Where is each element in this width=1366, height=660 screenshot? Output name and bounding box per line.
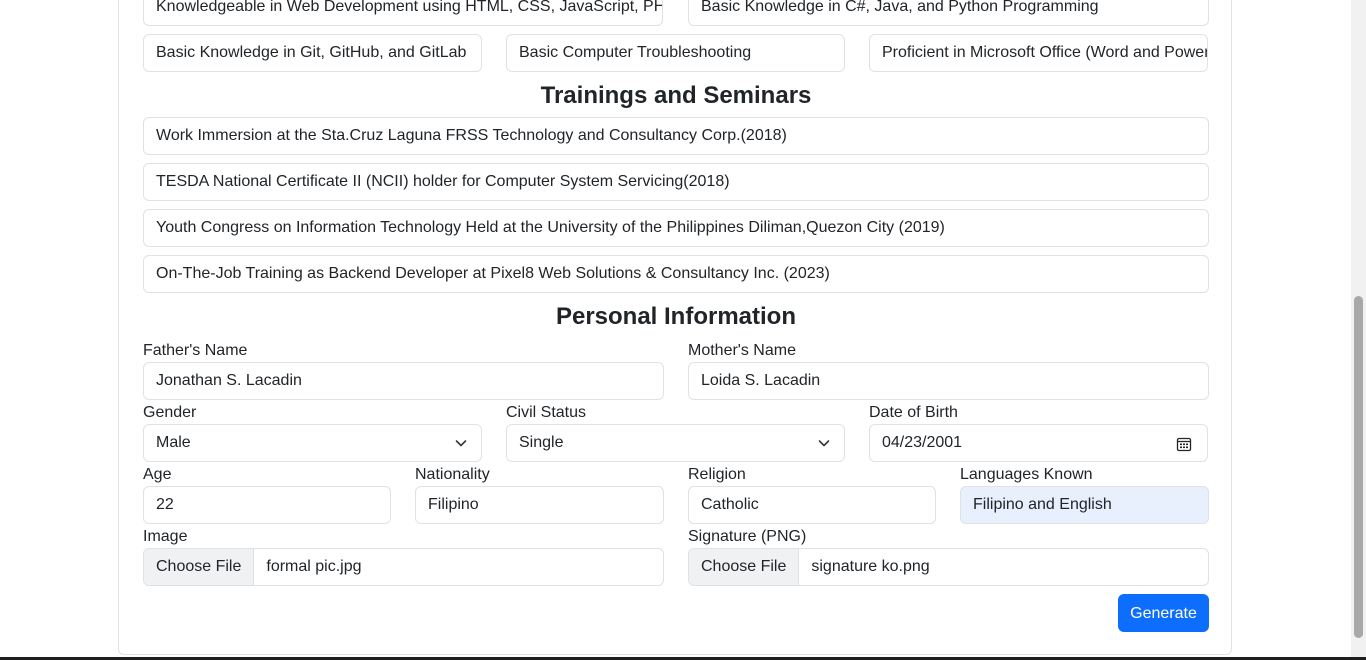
gender-value: Male xyxy=(156,434,191,451)
calendar-icon[interactable] xyxy=(1176,436,1192,452)
training-field[interactable]: TESDA National Certificate II (NCII) hol… xyxy=(143,163,1209,201)
image-label: Image xyxy=(143,528,188,545)
chevron-down-icon xyxy=(818,440,830,447)
nationality-input[interactable]: Filipino xyxy=(415,486,664,524)
training-field[interactable]: Youth Congress on Information Technology… xyxy=(143,209,1209,247)
signature-choose-file-button[interactable]: Choose File xyxy=(689,549,800,585)
image-file-name: formal pic.jpg xyxy=(266,558,362,575)
signature-label: Signature (PNG) xyxy=(688,528,807,545)
skill-field[interactable]: Basic Knowledge in C#, Java, and Python … xyxy=(688,0,1209,26)
religion-input[interactable]: Catholic xyxy=(688,486,936,524)
skill-field[interactable]: Proficient in Microsoft Office (Word and… xyxy=(869,34,1208,72)
dob-value: 04/23/2001 xyxy=(882,434,963,451)
skill-field[interactable]: Knowledgeable in Web Development using H… xyxy=(143,0,663,26)
languages-label: Languages Known xyxy=(960,466,1093,483)
generate-button[interactable]: Generate xyxy=(1118,594,1209,632)
image-file-input[interactable]: Choose File formal pic.jpg xyxy=(143,548,664,586)
scrollbar-track[interactable] xyxy=(1351,0,1366,660)
personal-info-title: Personal Information xyxy=(555,303,797,330)
mother-name-label: Mother's Name xyxy=(688,342,796,359)
civil-status-label: Civil Status xyxy=(506,404,587,421)
signature-file-name: signature ko.png xyxy=(811,558,930,575)
nationality-label: Nationality xyxy=(415,466,490,483)
religion-label: Religion xyxy=(688,466,746,483)
age-input[interactable]: 22 xyxy=(143,486,391,524)
gender-select[interactable]: Male xyxy=(143,424,482,462)
dob-input[interactable]: 04/23/2001 xyxy=(869,424,1208,462)
civil-status-value: Single xyxy=(519,434,564,451)
languages-input[interactable]: Filipino and English xyxy=(960,486,1209,524)
dob-label: Date of Birth xyxy=(869,404,958,421)
image-choose-file-button[interactable]: Choose File xyxy=(144,549,255,585)
skill-field[interactable]: Basic Knowledge in Git, GitHub, and GitL… xyxy=(143,34,482,72)
training-field[interactable]: On-The-Job Training as Backend Developer… xyxy=(143,255,1209,293)
mother-name-input[interactable]: Loida S. Lacadin xyxy=(688,362,1209,400)
skill-field[interactable]: Basic Computer Troubleshooting xyxy=(506,34,845,72)
civil-status-select[interactable]: Single xyxy=(506,424,845,462)
trainings-title: Trainings and Seminars xyxy=(540,82,812,109)
age-label: Age xyxy=(143,466,172,483)
training-field[interactable]: Work Immersion at the Sta.Cruz Laguna FR… xyxy=(143,117,1209,155)
chevron-down-icon xyxy=(455,440,467,447)
signature-file-input[interactable]: Choose File signature ko.png xyxy=(688,548,1209,586)
gender-label: Gender xyxy=(143,404,197,421)
scrollbar-thumb[interactable] xyxy=(1354,296,1363,638)
father-name-label: Father's Name xyxy=(143,342,248,359)
father-name-input[interactable]: Jonathan S. Lacadin xyxy=(143,362,664,400)
